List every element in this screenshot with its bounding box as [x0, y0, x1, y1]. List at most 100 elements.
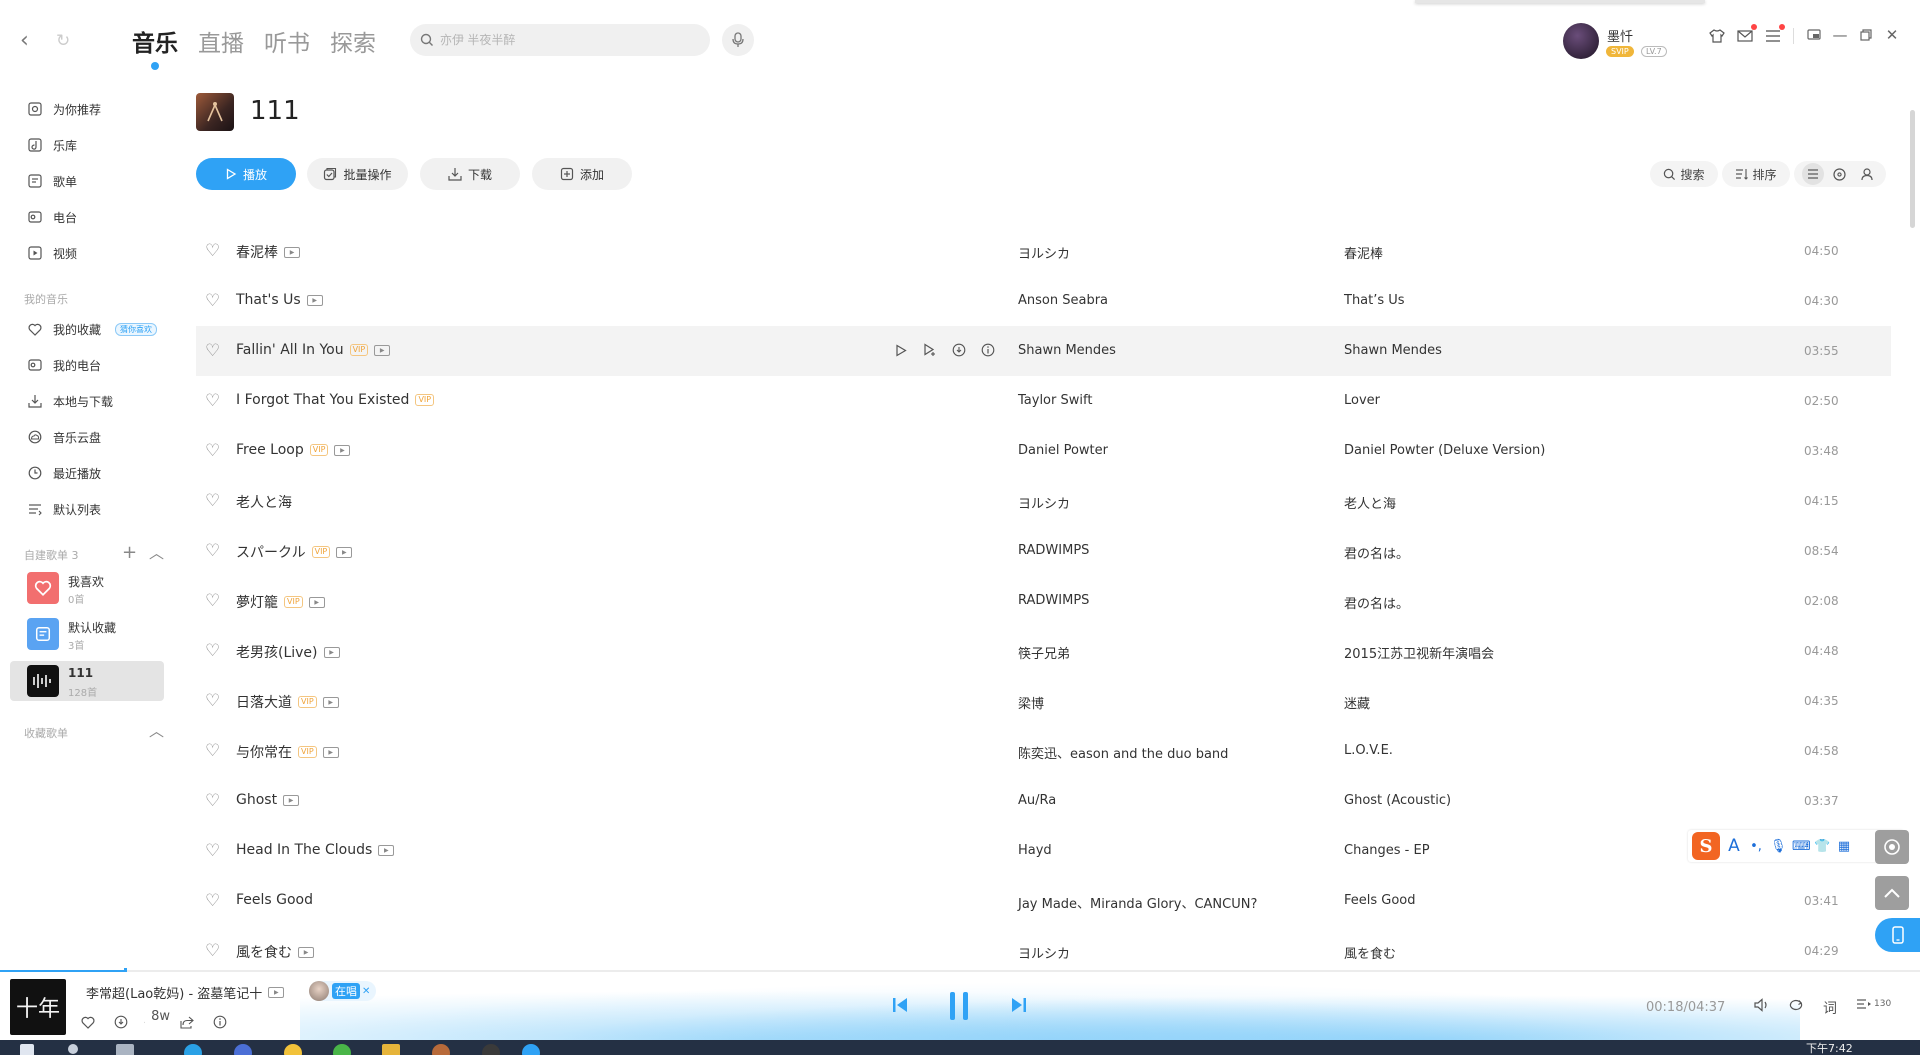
track-artist[interactable]: Jay Made、Miranda Glory、CANCUN?	[1018, 893, 1257, 912]
mv-icon[interactable]: ▶	[322, 696, 339, 708]
live-singing-pill[interactable]: 在唱 ✕	[309, 981, 377, 1001]
track-title-cell[interactable]: 春泥棒 ▶	[236, 242, 300, 262]
mv-icon[interactable]: ▶	[308, 596, 325, 608]
track-album[interactable]: Changes - EP	[1344, 843, 1430, 858]
sidebar-item-default-list[interactable]: 默认列表	[27, 497, 101, 521]
ime-skin-icon[interactable]: 👕	[1814, 839, 1830, 854]
track-title-cell[interactable]: スパークル VIP ▶	[236, 542, 353, 562]
mv-icon[interactable]: ▶	[306, 294, 323, 306]
repeat-mode-icon[interactable]	[1788, 998, 1804, 1012]
album-view-icon[interactable]	[1829, 163, 1851, 185]
play-all-button[interactable]: 播放	[196, 158, 296, 190]
track-title-cell[interactable]: 老人と海	[236, 492, 292, 512]
play-next-icon[interactable]	[921, 341, 939, 359]
mv-icon[interactable]: ▶	[298, 946, 314, 958]
track-title-cell[interactable]: Head In The Clouds ▶	[236, 842, 395, 858]
sidebar-item-recent[interactable]: 最近播放	[27, 461, 101, 485]
pause-button[interactable]	[948, 990, 970, 1022]
heart-icon[interactable]: ♡	[205, 791, 220, 811]
ime-language-icon[interactable]: A	[1726, 836, 1742, 856]
track-row[interactable]: ♡ 老人と海 ヨルシカ 老人と海 04:15	[196, 476, 1891, 526]
track-album[interactable]: L.O.V.E.	[1344, 743, 1393, 758]
track-title-cell[interactable]: 与你常在 VIP ▶	[236, 742, 339, 762]
artist-view-icon[interactable]	[1856, 163, 1878, 185]
sidebar-item-recommend[interactable]: 为你推荐	[27, 97, 101, 121]
settings-float-button[interactable]	[1875, 830, 1909, 864]
track-album[interactable]: 風を食む	[1344, 943, 1396, 962]
chevron-up-icon[interactable]: ︿	[149, 720, 164, 741]
track-title-cell[interactable]: Fallin' All In You VIP ▶	[236, 342, 391, 358]
sidebar-item-playlists[interactable]: 歌单	[27, 169, 77, 193]
tab-explore[interactable]: 探索	[330, 24, 376, 58]
heart-icon[interactable]: ♡	[205, 541, 220, 561]
track-row[interactable]: ♡ That's Us ▶ Anson Seabra That’s Us 04:3…	[196, 276, 1891, 326]
track-artist[interactable]: Hayd	[1018, 843, 1052, 858]
sidebar-item-radio[interactable]: 电台	[27, 205, 77, 229]
track-album[interactable]: 2015江苏卫视新年演唱会	[1344, 643, 1494, 662]
mv-icon[interactable]: ▶	[336, 546, 353, 558]
mv-icon[interactable]: ▶	[283, 794, 300, 806]
app-icon[interactable]	[234, 1044, 252, 1055]
add-button[interactable]: 添加	[532, 158, 632, 190]
sidebar-item-favorites[interactable]: 我的收藏 猜你喜欢	[27, 317, 158, 341]
scrollbar[interactable]	[1910, 110, 1915, 228]
mobile-sync-button[interactable]	[1875, 918, 1920, 952]
heart-icon[interactable]: ♡	[205, 941, 220, 961]
heart-icon[interactable]: ♡	[205, 491, 220, 511]
search-in-list-button[interactable]: 搜索	[1650, 161, 1718, 187]
ime-toolbox-icon[interactable]: ▦	[1836, 839, 1852, 854]
chevron-up-icon[interactable]: ︿	[149, 542, 164, 563]
mini-mode-icon[interactable]	[1804, 25, 1824, 45]
track-artist[interactable]: ヨルシカ	[1018, 243, 1070, 262]
search-box[interactable]	[410, 24, 710, 56]
sidebar-playlist-liked[interactable]: 我喜欢 0首	[10, 568, 164, 608]
heart-icon[interactable]: ♡	[205, 341, 220, 361]
sidebar-item-video[interactable]: 视频	[27, 241, 77, 265]
windows-start-icon[interactable]	[20, 1044, 34, 1055]
heart-icon[interactable]: ♡	[205, 441, 220, 461]
wechat-icon[interactable]	[333, 1044, 351, 1055]
next-track-button[interactable]	[1010, 996, 1028, 1014]
voice-search-button[interactable]	[722, 24, 754, 56]
heart-icon[interactable]: ♡	[205, 391, 220, 411]
maximize-icon[interactable]	[1856, 25, 1876, 45]
track-artist[interactable]: 梁博	[1018, 693, 1044, 712]
track-artist[interactable]: 筷子兄弟	[1018, 643, 1070, 662]
add-playlist-icon[interactable]: +	[122, 542, 137, 563]
file-explorer-icon[interactable]	[382, 1044, 400, 1055]
now-playing-title[interactable]: 李常超(Lao乾妈) - 盗墓笔记十	[86, 983, 262, 1002]
track-album[interactable]: Lover	[1344, 393, 1380, 408]
track-title-cell[interactable]: That's Us ▶	[236, 292, 323, 308]
track-artist[interactable]: ヨルシカ	[1018, 943, 1070, 962]
mv-icon[interactable]: ▶	[374, 344, 391, 356]
volume-icon[interactable]	[1754, 998, 1770, 1012]
heart-icon[interactable]: ♡	[205, 741, 220, 761]
track-title-cell[interactable]: Free Loop VIP ▶	[236, 442, 351, 458]
heart-icon[interactable]: ♡	[205, 241, 220, 261]
app-icon[interactable]	[482, 1044, 500, 1055]
edge-browser-icon[interactable]	[184, 1044, 202, 1055]
skin-icon[interactable]	[1707, 26, 1727, 46]
track-row[interactable]: ♡ 老男孩(Live) ▶ 筷子兄弟 2015江苏卫视新年演唱会 04:48	[196, 626, 1891, 676]
track-album[interactable]: That’s Us	[1344, 293, 1405, 308]
track-row[interactable]: ♡ Head In The Clouds ▶ Hayd Changes - EP	[196, 826, 1891, 876]
heart-icon[interactable]: ♡	[205, 641, 220, 661]
download-icon[interactable]	[111, 1012, 131, 1032]
track-row[interactable]: ♡ 夢灯籠 VIP ▶ RADWIMPS 君の名は。 02:08	[196, 576, 1891, 626]
sidebar-item-library[interactable]: 乐库	[27, 133, 77, 157]
kugou-music-icon[interactable]	[522, 1044, 540, 1055]
sidebar-item-my-radio[interactable]: 我的电台	[27, 353, 101, 377]
minimize-icon[interactable]: —	[1830, 25, 1850, 45]
track-row[interactable]: ♡ 風を食む ▶ ヨルシカ 風を食む 04:29	[196, 926, 1891, 970]
now-playing-cover[interactable]: 十年	[10, 979, 66, 1035]
tab-music[interactable]: 音乐	[132, 24, 178, 70]
track-row[interactable]: ♡ I Forgot That You Existed VIP Taylor Sw…	[196, 376, 1891, 426]
previous-track-button[interactable]	[891, 996, 909, 1014]
close-icon[interactable]: ✕	[1882, 25, 1902, 45]
heart-icon[interactable]: ♡	[205, 591, 220, 611]
track-album[interactable]: 春泥棒	[1344, 243, 1383, 262]
menu-icon[interactable]	[1763, 24, 1785, 46]
track-title-cell[interactable]: 風を食む ▶	[236, 942, 314, 962]
batch-operation-button[interactable]: 批量操作	[307, 158, 408, 190]
track-album[interactable]: 老人と海	[1344, 493, 1396, 512]
